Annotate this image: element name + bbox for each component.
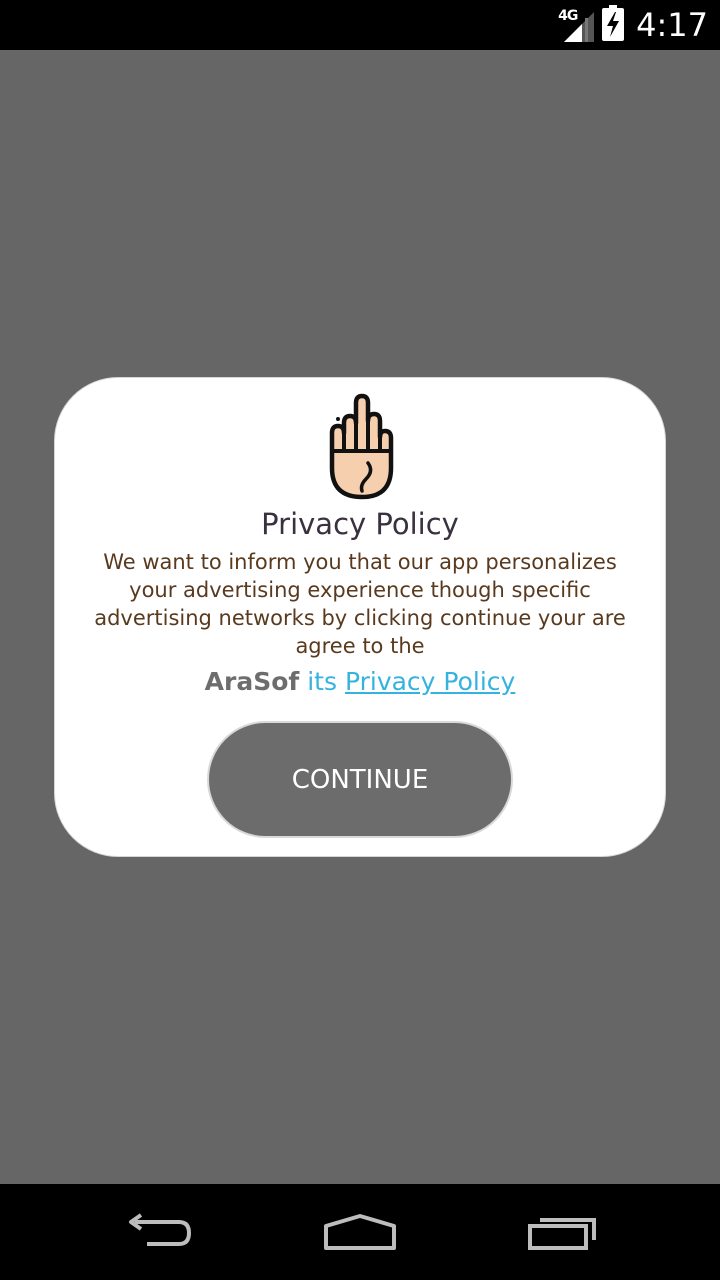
network-type-label: 4G (558, 8, 578, 24)
dialog-message: We want to inform you that our app perso… (94, 550, 626, 658)
back-button[interactable] (100, 1184, 220, 1280)
back-icon (129, 1213, 192, 1246)
recents-button[interactable] (502, 1184, 622, 1280)
recents-icon (528, 1218, 596, 1250)
navigation-bar (0, 1184, 720, 1280)
signal-icon: 4G (558, 8, 595, 42)
continue-button[interactable]: CONTINUE (207, 721, 513, 838)
policy-line: AraSof its Privacy Policy (54, 664, 666, 700)
privacy-policy-link[interactable]: Privacy Policy (345, 667, 515, 696)
app-screen: 4G 4:17 Privacy Policy We want to inform… (0, 0, 720, 1280)
home-button[interactable] (300, 1184, 420, 1280)
battery-charging-icon (602, 5, 625, 45)
status-icons: 4G 4:17 (558, 0, 708, 50)
dialog-title: Privacy Policy (261, 507, 459, 541)
home-icon (324, 1214, 396, 1250)
status-clock: 4:17 (636, 6, 708, 44)
status-bar: 4G 4:17 (0, 0, 720, 50)
brand-name: AraSof (204, 667, 300, 696)
its-text: its (307, 667, 337, 696)
raised-hand-icon (324, 393, 396, 503)
